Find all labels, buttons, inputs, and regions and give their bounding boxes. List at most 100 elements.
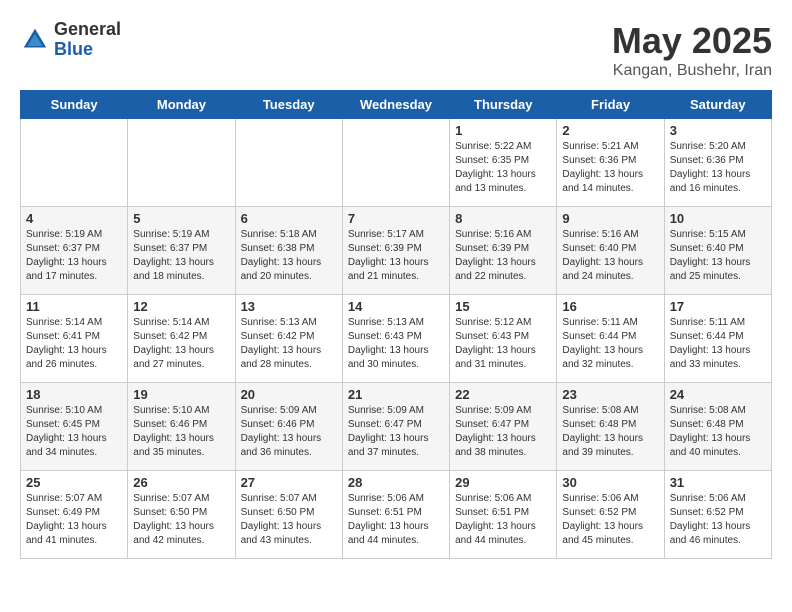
calendar-cell: 15 Sunrise: 5:12 AM Sunset: 6:43 PM Dayli…: [450, 295, 557, 383]
cell-content: Sunrise: 5:10 AM Sunset: 6:45 PM Dayligh…: [26, 404, 122, 460]
calendar-week-row: 4 Sunrise: 5:19 AM Sunset: 6:37 PM Daylig…: [21, 207, 772, 295]
calendar-cell: 1 Sunrise: 5:22 AM Sunset: 6:35 PM Daylig…: [450, 119, 557, 207]
calendar-cell: 13 Sunrise: 5:13 AM Sunset: 6:42 PM Dayli…: [235, 295, 342, 383]
calendar-cell: [342, 119, 449, 207]
cell-content: Sunrise: 5:21 AM Sunset: 6:36 PM Dayligh…: [562, 140, 658, 196]
day-number: 4: [26, 211, 122, 226]
calendar-cell: 6 Sunrise: 5:18 AM Sunset: 6:38 PM Daylig…: [235, 207, 342, 295]
cell-content: Sunrise: 5:09 AM Sunset: 6:47 PM Dayligh…: [455, 404, 551, 460]
month-year-title: May 2025: [612, 20, 772, 62]
cell-content: Sunrise: 5:19 AM Sunset: 6:37 PM Dayligh…: [133, 228, 229, 284]
calendar-cell: [21, 119, 128, 207]
header-monday: Monday: [128, 91, 235, 119]
title-block: May 2025 Kangan, Bushehr, Iran: [612, 20, 772, 80]
calendar-table: SundayMondayTuesdayWednesdayThursdayFrid…: [20, 90, 772, 559]
day-number: 6: [241, 211, 337, 226]
day-number: 16: [562, 299, 658, 314]
cell-content: Sunrise: 5:16 AM Sunset: 6:39 PM Dayligh…: [455, 228, 551, 284]
header-wednesday: Wednesday: [342, 91, 449, 119]
day-number: 3: [670, 123, 766, 138]
day-number: 14: [348, 299, 444, 314]
cell-content: Sunrise: 5:11 AM Sunset: 6:44 PM Dayligh…: [562, 316, 658, 372]
day-number: 23: [562, 387, 658, 402]
calendar-cell: 26 Sunrise: 5:07 AM Sunset: 6:50 PM Dayli…: [128, 471, 235, 559]
day-number: 1: [455, 123, 551, 138]
cell-content: Sunrise: 5:13 AM Sunset: 6:42 PM Dayligh…: [241, 316, 337, 372]
cell-content: Sunrise: 5:06 AM Sunset: 6:51 PM Dayligh…: [348, 492, 444, 548]
cell-content: Sunrise: 5:07 AM Sunset: 6:50 PM Dayligh…: [133, 492, 229, 548]
calendar-cell: 20Sunrise: 5:09 AM Sunset: 6:46 PM Dayli…: [235, 383, 342, 471]
cell-content: Sunrise: 5:06 AM Sunset: 6:52 PM Dayligh…: [562, 492, 658, 548]
day-number: 17: [670, 299, 766, 314]
day-number: 30: [562, 475, 658, 490]
calendar-cell: 9 Sunrise: 5:16 AM Sunset: 6:40 PM Daylig…: [557, 207, 664, 295]
cell-content: Sunrise: 5:06 AM Sunset: 6:51 PM Dayligh…: [455, 492, 551, 548]
calendar-week-row: 25Sunrise: 5:07 AM Sunset: 6:49 PM Dayli…: [21, 471, 772, 559]
cell-content: Sunrise: 5:10 AM Sunset: 6:46 PM Dayligh…: [133, 404, 229, 460]
calendar-cell: 31Sunrise: 5:06 AM Sunset: 6:52 PM Dayli…: [664, 471, 771, 559]
day-number: 29: [455, 475, 551, 490]
calendar-cell: 21 Sunrise: 5:09 AM Sunset: 6:47 PM Dayli…: [342, 383, 449, 471]
day-number: 24: [670, 387, 766, 402]
day-number: 22: [455, 387, 551, 402]
cell-content: Sunrise: 5:15 AM Sunset: 6:40 PM Dayligh…: [670, 228, 766, 284]
calendar-week-row: 1 Sunrise: 5:22 AM Sunset: 6:35 PM Daylig…: [21, 119, 772, 207]
calendar-cell: 19 Sunrise: 5:10 AM Sunset: 6:46 PM Dayli…: [128, 383, 235, 471]
cell-content: Sunrise: 5:16 AM Sunset: 6:40 PM Dayligh…: [562, 228, 658, 284]
calendar-cell: 11 Sunrise: 5:14 AM Sunset: 6:41 PM Dayli…: [21, 295, 128, 383]
calendar-cell: 7Sunrise: 5:17 AM Sunset: 6:39 PM Daylig…: [342, 207, 449, 295]
day-number: 31: [670, 475, 766, 490]
cell-content: Sunrise: 5:09 AM Sunset: 6:47 PM Dayligh…: [348, 404, 444, 460]
header-friday: Friday: [557, 91, 664, 119]
header-sunday: Sunday: [21, 91, 128, 119]
cell-content: Sunrise: 5:14 AM Sunset: 6:41 PM Dayligh…: [26, 316, 122, 372]
calendar-cell: 16 Sunrise: 5:11 AM Sunset: 6:44 PM Dayli…: [557, 295, 664, 383]
day-number: 13: [241, 299, 337, 314]
cell-content: Sunrise: 5:18 AM Sunset: 6:38 PM Dayligh…: [241, 228, 337, 284]
calendar-cell: 23Sunrise: 5:08 AM Sunset: 6:48 PM Dayli…: [557, 383, 664, 471]
calendar-cell: 28 Sunrise: 5:06 AM Sunset: 6:51 PM Dayli…: [342, 471, 449, 559]
cell-content: Sunrise: 5:07 AM Sunset: 6:50 PM Dayligh…: [241, 492, 337, 548]
calendar-cell: 22 Sunrise: 5:09 AM Sunset: 6:47 PM Dayli…: [450, 383, 557, 471]
calendar-week-row: 11 Sunrise: 5:14 AM Sunset: 6:41 PM Dayli…: [21, 295, 772, 383]
cell-content: Sunrise: 5:12 AM Sunset: 6:43 PM Dayligh…: [455, 316, 551, 372]
calendar-cell: [235, 119, 342, 207]
calendar-cell: 24 Sunrise: 5:08 AM Sunset: 6:48 PM Dayli…: [664, 383, 771, 471]
header-tuesday: Tuesday: [235, 91, 342, 119]
cell-content: Sunrise: 5:14 AM Sunset: 6:42 PM Dayligh…: [133, 316, 229, 372]
calendar-header-row: SundayMondayTuesdayWednesdayThursdayFrid…: [21, 91, 772, 119]
calendar-cell: 10 Sunrise: 5:15 AM Sunset: 6:40 PM Dayli…: [664, 207, 771, 295]
day-number: 21: [348, 387, 444, 402]
calendar-cell: 29 Sunrise: 5:06 AM Sunset: 6:51 PM Dayli…: [450, 471, 557, 559]
day-number: 27: [241, 475, 337, 490]
logo-general-text: General: [54, 20, 121, 40]
calendar-cell: 18 Sunrise: 5:10 AM Sunset: 6:45 PM Dayli…: [21, 383, 128, 471]
day-number: 28: [348, 475, 444, 490]
calendar-cell: 4Sunrise: 5:19 AM Sunset: 6:37 PM Daylig…: [21, 207, 128, 295]
location-subtitle: Kangan, Bushehr, Iran: [612, 62, 772, 80]
cell-content: Sunrise: 5:22 AM Sunset: 6:35 PM Dayligh…: [455, 140, 551, 196]
cell-content: Sunrise: 5:07 AM Sunset: 6:49 PM Dayligh…: [26, 492, 122, 548]
cell-content: Sunrise: 5:08 AM Sunset: 6:48 PM Dayligh…: [670, 404, 766, 460]
day-number: 19: [133, 387, 229, 402]
calendar-cell: 5Sunrise: 5:19 AM Sunset: 6:37 PM Daylig…: [128, 207, 235, 295]
calendar-cell: 17 Sunrise: 5:11 AM Sunset: 6:44 PM Dayli…: [664, 295, 771, 383]
day-number: 10: [670, 211, 766, 226]
cell-content: Sunrise: 5:13 AM Sunset: 6:43 PM Dayligh…: [348, 316, 444, 372]
day-number: 2: [562, 123, 658, 138]
day-number: 8: [455, 211, 551, 226]
day-number: 15: [455, 299, 551, 314]
header-thursday: Thursday: [450, 91, 557, 119]
day-number: 9: [562, 211, 658, 226]
calendar-cell: 27 Sunrise: 5:07 AM Sunset: 6:50 PM Dayli…: [235, 471, 342, 559]
day-number: 26: [133, 475, 229, 490]
day-number: 7: [348, 211, 444, 226]
cell-content: Sunrise: 5:20 AM Sunset: 6:36 PM Dayligh…: [670, 140, 766, 196]
day-number: 18: [26, 387, 122, 402]
calendar-cell: 8 Sunrise: 5:16 AM Sunset: 6:39 PM Daylig…: [450, 207, 557, 295]
calendar-week-row: 18 Sunrise: 5:10 AM Sunset: 6:45 PM Dayli…: [21, 383, 772, 471]
logo-text: General Blue: [54, 20, 121, 60]
cell-content: Sunrise: 5:11 AM Sunset: 6:44 PM Dayligh…: [670, 316, 766, 372]
header-saturday: Saturday: [664, 91, 771, 119]
day-number: 11: [26, 299, 122, 314]
